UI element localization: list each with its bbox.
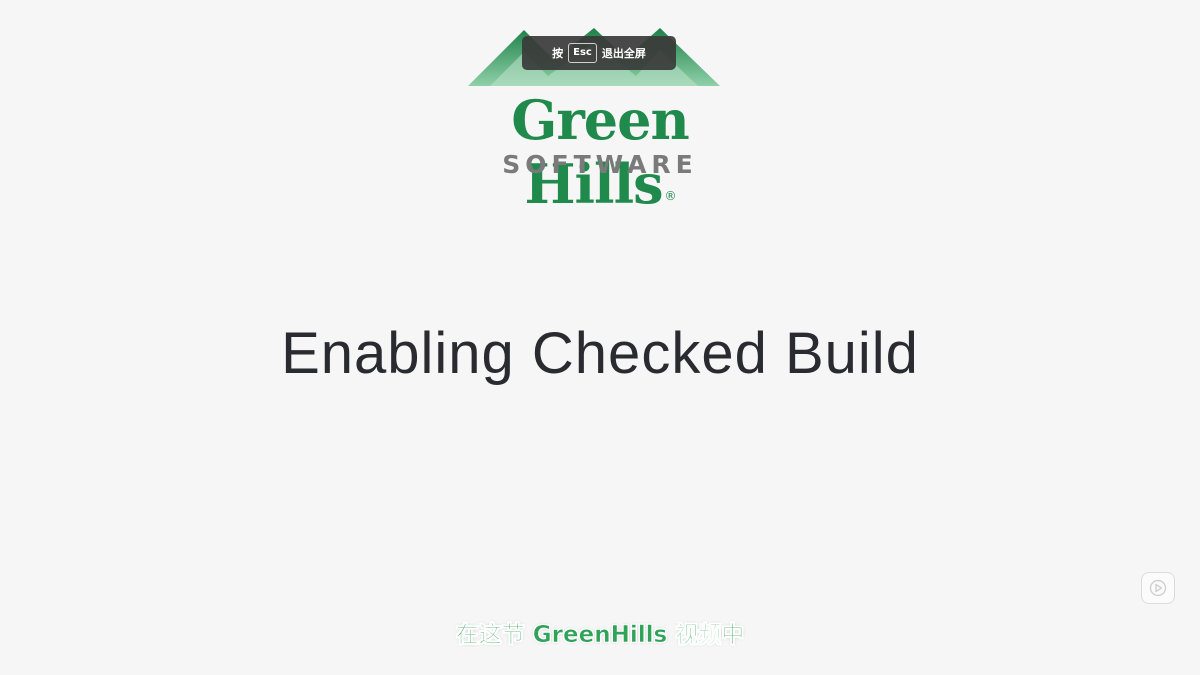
- play-button[interactable]: [1141, 572, 1175, 604]
- esc-key-badge: Esc: [568, 43, 597, 63]
- subtitle-caption: 在这节 GreenHills 视频中: [455, 622, 745, 649]
- registered-mark: ®: [664, 189, 676, 203]
- slide-title: Enabling Checked Build: [281, 321, 919, 386]
- video-stage[interactable]: Green Hills ® SOFTWARE 按 Esc 退出全屏 Enablin…: [0, 0, 1200, 675]
- play-icon: [1149, 579, 1167, 597]
- hint-prefix: 按: [552, 47, 564, 60]
- exit-fullscreen-hint: 按 Esc 退出全屏: [522, 36, 676, 70]
- logo-subtitle: SOFTWARE: [502, 150, 698, 179]
- hint-suffix: 退出全屏: [601, 47, 646, 60]
